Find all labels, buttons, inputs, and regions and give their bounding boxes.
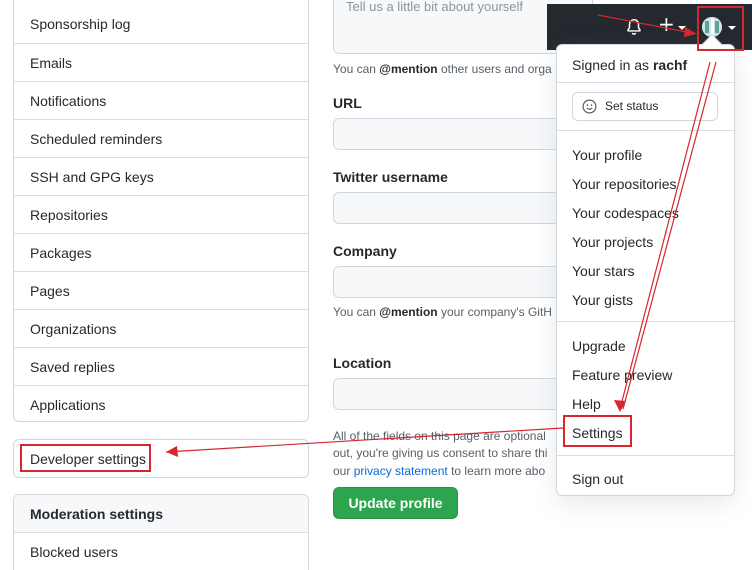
sidebar-item-notifications[interactable]: Notifications [14,81,308,119]
note-text: to learn more abo [447,464,546,478]
bell-icon[interactable] [625,18,643,36]
divider [557,130,734,131]
menu-item-your-codespaces[interactable]: Your codespaces [572,205,679,221]
update-profile-button[interactable]: Update profile [333,487,458,519]
url-label: URL [333,95,362,111]
annotation-box-settings [563,415,632,447]
menu-item-your-projects[interactable]: Your projects [572,234,653,250]
signed-in-as: Signed in as rachf [572,57,687,73]
menu-item-feature-preview[interactable]: Feature preview [572,367,672,383]
sidebar-item-sponsorship-log[interactable]: Sponsorship log [14,0,308,43]
sidebar-item-pages[interactable]: Pages [14,271,308,309]
menu-item-upgrade[interactable]: Upgrade [572,338,626,354]
menu-item-help[interactable]: Help [572,396,601,412]
chevron-down-icon [678,26,686,30]
privacy-statement-link[interactable]: privacy statement [354,464,448,478]
twitter-username-label: Twitter username [333,169,448,185]
menu-item-your-profile[interactable]: Your profile [572,147,642,163]
note-text: our [333,464,354,478]
consent-line-1: All of the fields on this page are optio… [333,429,546,443]
sidebar-item-ssh-gpg-keys[interactable]: SSH and GPG keys [14,157,308,195]
plus-icon[interactable]: + [658,14,675,34]
annotation-box-developer-settings [20,444,151,472]
divider [557,82,734,83]
annotation-box-avatar [697,6,744,51]
set-status-label: Set status [605,99,659,113]
sidebar-item-organizations[interactable]: Organizations [14,309,308,347]
sidebar-item-applications[interactable]: Applications [14,385,308,421]
smiley-icon [582,99,597,114]
sidebar-item-saved-replies[interactable]: Saved replies [14,347,308,385]
bio-mention-note: You can @mention other users and orga [333,62,552,76]
note-mention: @mention [379,305,438,319]
note-text: other users and orga [437,62,552,76]
location-label: Location [333,355,392,371]
settings-sidebar-nav: Sponsorship log Emails Notifications Sch… [13,0,309,422]
company-mention-note: You can @mention your company's GitH [333,305,552,319]
sidebar-item-repositories[interactable]: Repositories [14,195,308,233]
note-mention: @mention [379,62,438,76]
menu-item-your-repositories[interactable]: Your repositories [572,176,677,192]
set-status-button[interactable]: Set status [572,92,718,121]
consent-line-2: out, you're giving us consent to share t… [333,446,548,460]
menu-item-your-gists[interactable]: Your gists [572,292,633,308]
twitter-username-input[interactable] [333,192,573,224]
menu-item-your-stars[interactable]: Your stars [572,263,635,279]
sidebar-item-emails[interactable]: Emails [14,43,308,81]
divider [557,455,734,456]
moderation-settings-header: Moderation settings [14,495,308,533]
username: rachf [652,57,688,73]
moderation-settings-nav: Moderation settings Blocked users [13,494,309,570]
company-input[interactable] [333,266,573,298]
signed-in-label: Signed in as [572,57,653,73]
sidebar-item-scheduled-reminders[interactable]: Scheduled reminders [14,119,308,157]
location-input[interactable] [333,378,573,410]
divider [557,321,734,322]
menu-item-sign-out[interactable]: Sign out [572,471,623,487]
note-text: You can [333,62,380,76]
consent-line-3: our privacy statement to learn more abo [333,464,545,478]
sidebar-item-blocked-users[interactable]: Blocked users [14,533,308,570]
bio-placeholder: Tell us a little bit about yourself [346,0,524,14]
company-label: Company [333,243,397,259]
note-text: your company's GitH [437,305,552,319]
note-text: You can [333,305,380,319]
sidebar-item-packages[interactable]: Packages [14,233,308,271]
url-input[interactable] [333,118,573,150]
